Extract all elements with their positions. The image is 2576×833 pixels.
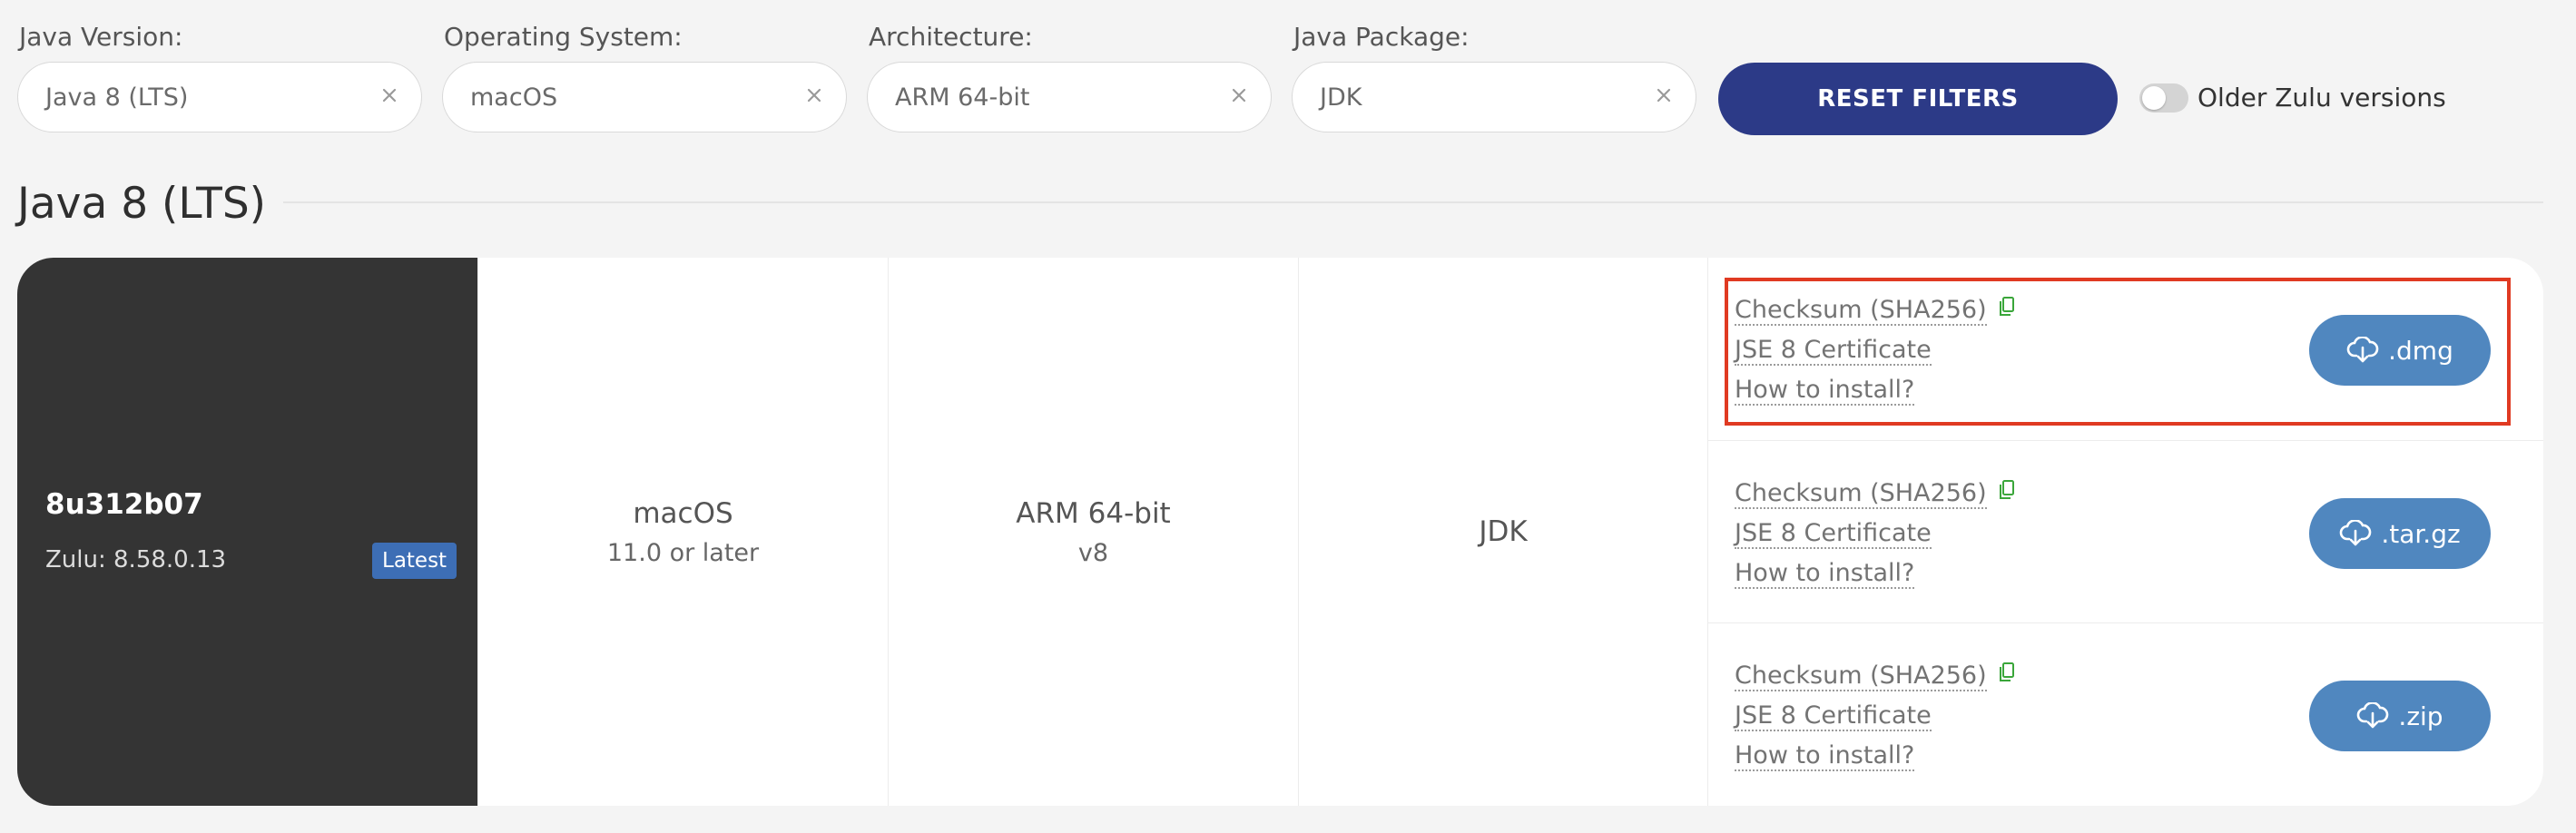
download-links: Checksum (SHA256) JSE 8 Certificate How … xyxy=(1735,474,2016,593)
filter-label: Java Version: xyxy=(19,22,183,52)
how-to-install-link[interactable]: How to install? xyxy=(1735,370,2016,410)
copy-icon[interactable] xyxy=(1998,662,2016,683)
filter-java-package: Java Package: JDK xyxy=(1292,22,1696,132)
close-icon[interactable] xyxy=(1648,80,1679,111)
checksum-link[interactable]: Checksum (SHA256) xyxy=(1735,474,2016,514)
filter-java-version: Java Version: Java 8 (LTS) xyxy=(17,22,422,132)
operating-system-select[interactable]: macOS xyxy=(442,62,847,132)
copy-icon[interactable] xyxy=(1998,479,2016,501)
certificate-link[interactable]: JSE 8 Certificate xyxy=(1735,514,2016,554)
cloud-download-icon xyxy=(2346,337,2379,363)
section-title: Java 8 (LTS) xyxy=(17,179,266,229)
java-package-select[interactable]: JDK xyxy=(1292,62,1696,132)
filter-value: ARM 64-bit xyxy=(895,83,1030,112)
cloud-download-icon xyxy=(2340,520,2372,546)
how-to-install-link[interactable]: How to install? xyxy=(1735,554,2016,593)
close-icon[interactable] xyxy=(374,80,405,111)
release-version: 8u312b07 xyxy=(45,488,203,521)
download-tar-gz-label: .tar.gz xyxy=(2381,518,2461,549)
latest-badge: Latest xyxy=(372,543,457,579)
download-zip-label: .zip xyxy=(2398,701,2443,731)
older-versions-label[interactable]: Older Zulu versions xyxy=(2197,83,2446,113)
download-links: Checksum (SHA256) JSE 8 Certificate How … xyxy=(1735,290,2016,410)
download-row-dmg: Checksum (SHA256) JSE 8 Certificate How … xyxy=(1708,258,2543,440)
version-panel: 8u312b07 Zulu: 8.58.0.13 Latest xyxy=(17,258,477,806)
filter-operating-system: Operating System: macOS xyxy=(442,22,847,132)
checksum-link-label: Checksum (SHA256) xyxy=(1735,296,1987,326)
package-column: JDK xyxy=(1298,258,1707,806)
release-card: 8u312b07 Zulu: 8.58.0.13 Latest macOS 11… xyxy=(17,258,2543,806)
architecture-select[interactable]: ARM 64-bit xyxy=(867,62,1272,132)
toggle-knob xyxy=(2142,85,2166,110)
download-dmg-label: .dmg xyxy=(2388,335,2453,366)
close-icon[interactable] xyxy=(1224,80,1254,111)
reset-filters-button[interactable]: RESET FILTERS xyxy=(1718,63,2118,135)
filter-label: Operating System: xyxy=(444,22,683,52)
arch-column: ARM 64-bit v8 xyxy=(888,258,1298,806)
os-detail: 11.0 or later xyxy=(606,538,760,567)
downloads-column: Checksum (SHA256) JSE 8 Certificate How … xyxy=(1707,258,2543,806)
certificate-link[interactable]: JSE 8 Certificate xyxy=(1735,330,2016,370)
download-row-tar-gz: Checksum (SHA256) JSE 8 Certificate How … xyxy=(1708,440,2543,622)
arch-detail: v8 xyxy=(1077,538,1109,567)
checksum-link-label: Checksum (SHA256) xyxy=(1735,479,1987,509)
os-column: macOS 11.0 or later xyxy=(477,258,888,806)
certificate-link[interactable]: JSE 8 Certificate xyxy=(1735,696,2016,736)
certificate-link-label: JSE 8 Certificate xyxy=(1735,336,1932,366)
download-dmg-button[interactable]: .dmg xyxy=(2309,315,2491,386)
download-row-zip: Checksum (SHA256) JSE 8 Certificate How … xyxy=(1708,622,2543,805)
cloud-download-icon xyxy=(2357,702,2389,729)
download-zip-button[interactable]: .zip xyxy=(2309,681,2491,751)
download-links: Checksum (SHA256) JSE 8 Certificate How … xyxy=(1735,656,2016,776)
certificate-link-label: JSE 8 Certificate xyxy=(1735,519,1932,549)
filter-label: Architecture: xyxy=(869,22,1033,52)
checksum-link[interactable]: Checksum (SHA256) xyxy=(1735,290,2016,330)
package-name: JDK xyxy=(1479,515,1528,548)
checksum-link-label: Checksum (SHA256) xyxy=(1735,662,1987,691)
filter-value: macOS xyxy=(470,83,558,112)
how-to-install-link[interactable]: How to install? xyxy=(1735,736,2016,776)
section-divider xyxy=(283,201,2543,203)
older-versions-toggle-group: Older Zulu versions xyxy=(2139,83,2446,113)
close-icon[interactable] xyxy=(799,80,830,111)
how-to-install-label: How to install? xyxy=(1735,559,1915,589)
zulu-version: Zulu: 8.58.0.13 xyxy=(45,546,227,573)
older-versions-toggle[interactable] xyxy=(2139,83,2188,113)
how-to-install-label: How to install? xyxy=(1735,376,1915,406)
how-to-install-label: How to install? xyxy=(1735,741,1915,771)
filter-label: Java Package: xyxy=(1293,22,1470,52)
filter-value: Java 8 (LTS) xyxy=(45,83,189,112)
os-name: macOS xyxy=(633,496,733,530)
certificate-link-label: JSE 8 Certificate xyxy=(1735,701,1932,731)
filter-value: JDK xyxy=(1320,83,1362,112)
download-tar-gz-button[interactable]: .tar.gz xyxy=(2309,498,2491,569)
copy-icon[interactable] xyxy=(1998,296,2016,318)
filter-architecture: Architecture: ARM 64-bit xyxy=(867,22,1272,132)
checksum-link[interactable]: Checksum (SHA256) xyxy=(1735,656,2016,696)
page: Java Version: Java 8 (LTS) Operating Sys… xyxy=(0,0,2576,833)
java-version-select[interactable]: Java 8 (LTS) xyxy=(17,62,422,132)
arch-name: ARM 64-bit xyxy=(1016,496,1171,530)
